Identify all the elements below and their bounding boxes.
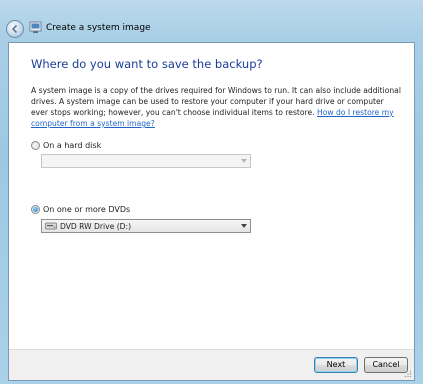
- dvd-select-value: DVD RW Drive (D:): [60, 222, 132, 231]
- hard-disk-select[interactable]: [41, 154, 251, 168]
- hard-disk-label: On a hard disk: [43, 141, 102, 150]
- chevron-down-icon: [241, 224, 247, 228]
- window-title: Create a system image: [46, 23, 151, 33]
- resize-grip-icon[interactable]: [404, 370, 412, 378]
- dvd-drive-icon: [45, 222, 57, 230]
- wizard-content: Where do you want to save the backup? A …: [8, 42, 415, 381]
- hard-disk-option[interactable]: On a hard disk: [31, 141, 101, 150]
- back-arrow-icon: [11, 24, 18, 34]
- dvd-label: On one or more DVDs: [43, 205, 131, 214]
- system-image-app-icon: [29, 21, 42, 33]
- cancel-button[interactable]: Cancel: [364, 357, 408, 373]
- next-button[interactable]: Next: [314, 357, 358, 373]
- window-frame: x Create a system image Where do you wan…: [0, 0, 423, 384]
- title-bar: Create a system image: [0, 18, 423, 40]
- description: A system image is a copy of the drives r…: [31, 85, 403, 129]
- back-button[interactable]: [6, 20, 24, 38]
- dvd-select[interactable]: DVD RW Drive (D:): [41, 219, 251, 233]
- dvd-radio[interactable]: [31, 205, 40, 214]
- chevron-down-icon: [241, 159, 247, 163]
- page-heading: Where do you want to save the backup?: [31, 57, 263, 71]
- hard-disk-radio[interactable]: [31, 141, 40, 150]
- dvd-option[interactable]: On one or more DVDs: [31, 205, 130, 214]
- footer-bar: Next Cancel: [9, 349, 414, 380]
